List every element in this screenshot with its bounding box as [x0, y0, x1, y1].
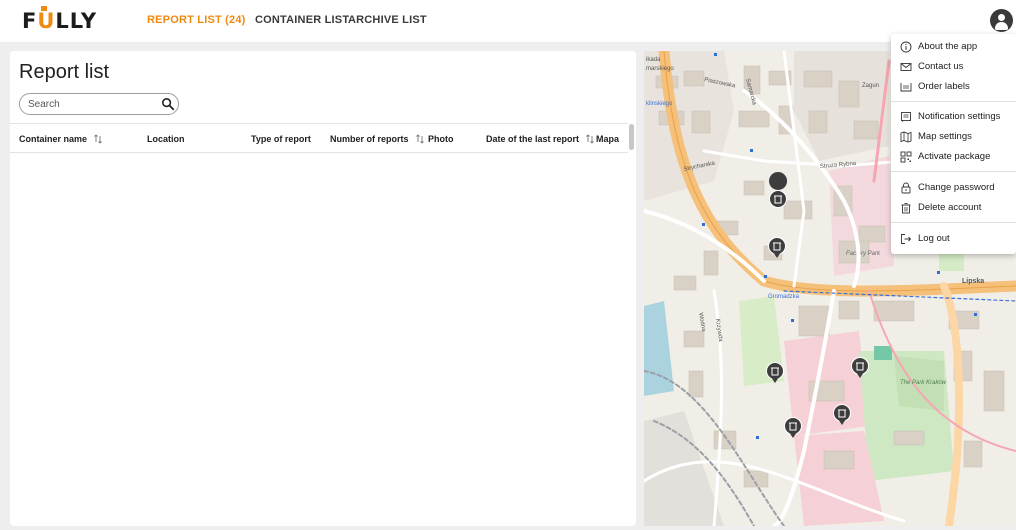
- mail-icon: [900, 63, 912, 71]
- map-label-2: marskiego: [646, 66, 674, 72]
- column-location: Location: [147, 134, 185, 144]
- menu-item-contact[interactable]: Contact us: [891, 58, 1016, 76]
- column-type-of-report: Type of report: [251, 134, 311, 144]
- map-label-factory-park: Factory Park: [846, 251, 881, 257]
- account-button[interactable]: [990, 9, 1013, 32]
- map-label-7: Lipska: [962, 278, 984, 285]
- user-icon: [998, 14, 1005, 21]
- qr-icon: [900, 151, 912, 163]
- menu-item-notification-settings[interactable]: Notification settings: [891, 108, 1016, 126]
- menu-item-change-password[interactable]: Change password: [891, 179, 1016, 197]
- label-icon: [900, 83, 912, 92]
- column-number-of-reports[interactable]: Number of reports: [330, 134, 425, 144]
- sort-icon[interactable]: [585, 134, 595, 144]
- column-date-last-report[interactable]: Date of the last report: [486, 134, 595, 144]
- menu-divider: [891, 101, 1016, 102]
- lock-icon: [901, 182, 911, 194]
- trash-icon: [901, 203, 911, 214]
- search-input[interactable]: [28, 97, 148, 111]
- map-label-1: ikada: [646, 57, 661, 63]
- search-icon[interactable]: [161, 97, 175, 111]
- top-bar: F U LLY REPORT LIST (24) CONTAINER LIST AR…: [0, 0, 1016, 42]
- page-title: Report list: [19, 61, 110, 83]
- column-container-name[interactable]: Container name: [19, 134, 103, 144]
- user-menu: About the app Contact us Order labels No…: [891, 34, 1016, 254]
- sort-icon[interactable]: [415, 134, 425, 144]
- fully-logo[interactable]: F U LLY: [22, 6, 97, 33]
- menu-item-delete-account[interactable]: Delete account: [891, 199, 1016, 217]
- table-scrollbar[interactable]: [629, 124, 634, 150]
- map-label-8: Gromadzka: [768, 294, 800, 300]
- report-panel: Report list Container name Location Type…: [10, 51, 636, 526]
- menu-item-activate-package[interactable]: Activate package: [891, 148, 1016, 166]
- logout-icon: [901, 234, 912, 244]
- menu-item-about[interactable]: About the app: [891, 38, 1016, 56]
- sort-icon[interactable]: [93, 134, 103, 144]
- menu-item-log-out[interactable]: Log out: [891, 230, 1016, 248]
- menu-divider: [891, 171, 1016, 172]
- table-header: Container name Location Type of report N…: [10, 123, 628, 153]
- column-photo: Photo: [428, 134, 454, 144]
- column-mapa: Mapa: [596, 134, 620, 144]
- map-label-11: Zagun: [862, 83, 879, 89]
- info-icon: [900, 41, 912, 53]
- search-box[interactable]: [19, 93, 179, 115]
- tab-report-list[interactable]: REPORT LIST (24): [147, 14, 246, 26]
- map-icon: [900, 131, 912, 143]
- menu-item-map-settings[interactable]: Map settings: [891, 128, 1016, 146]
- menu-item-order-labels[interactable]: Order labels: [891, 78, 1016, 96]
- notification-icon: [901, 112, 911, 122]
- tab-container-list[interactable]: CONTAINER LIST: [255, 14, 349, 26]
- tab-archive-list[interactable]: ARCHIVE LIST: [348, 14, 427, 26]
- map-label-3: klinskiego: [646, 101, 673, 107]
- map-label-12: The Park Kraków: [900, 380, 947, 386]
- menu-divider: [891, 222, 1016, 223]
